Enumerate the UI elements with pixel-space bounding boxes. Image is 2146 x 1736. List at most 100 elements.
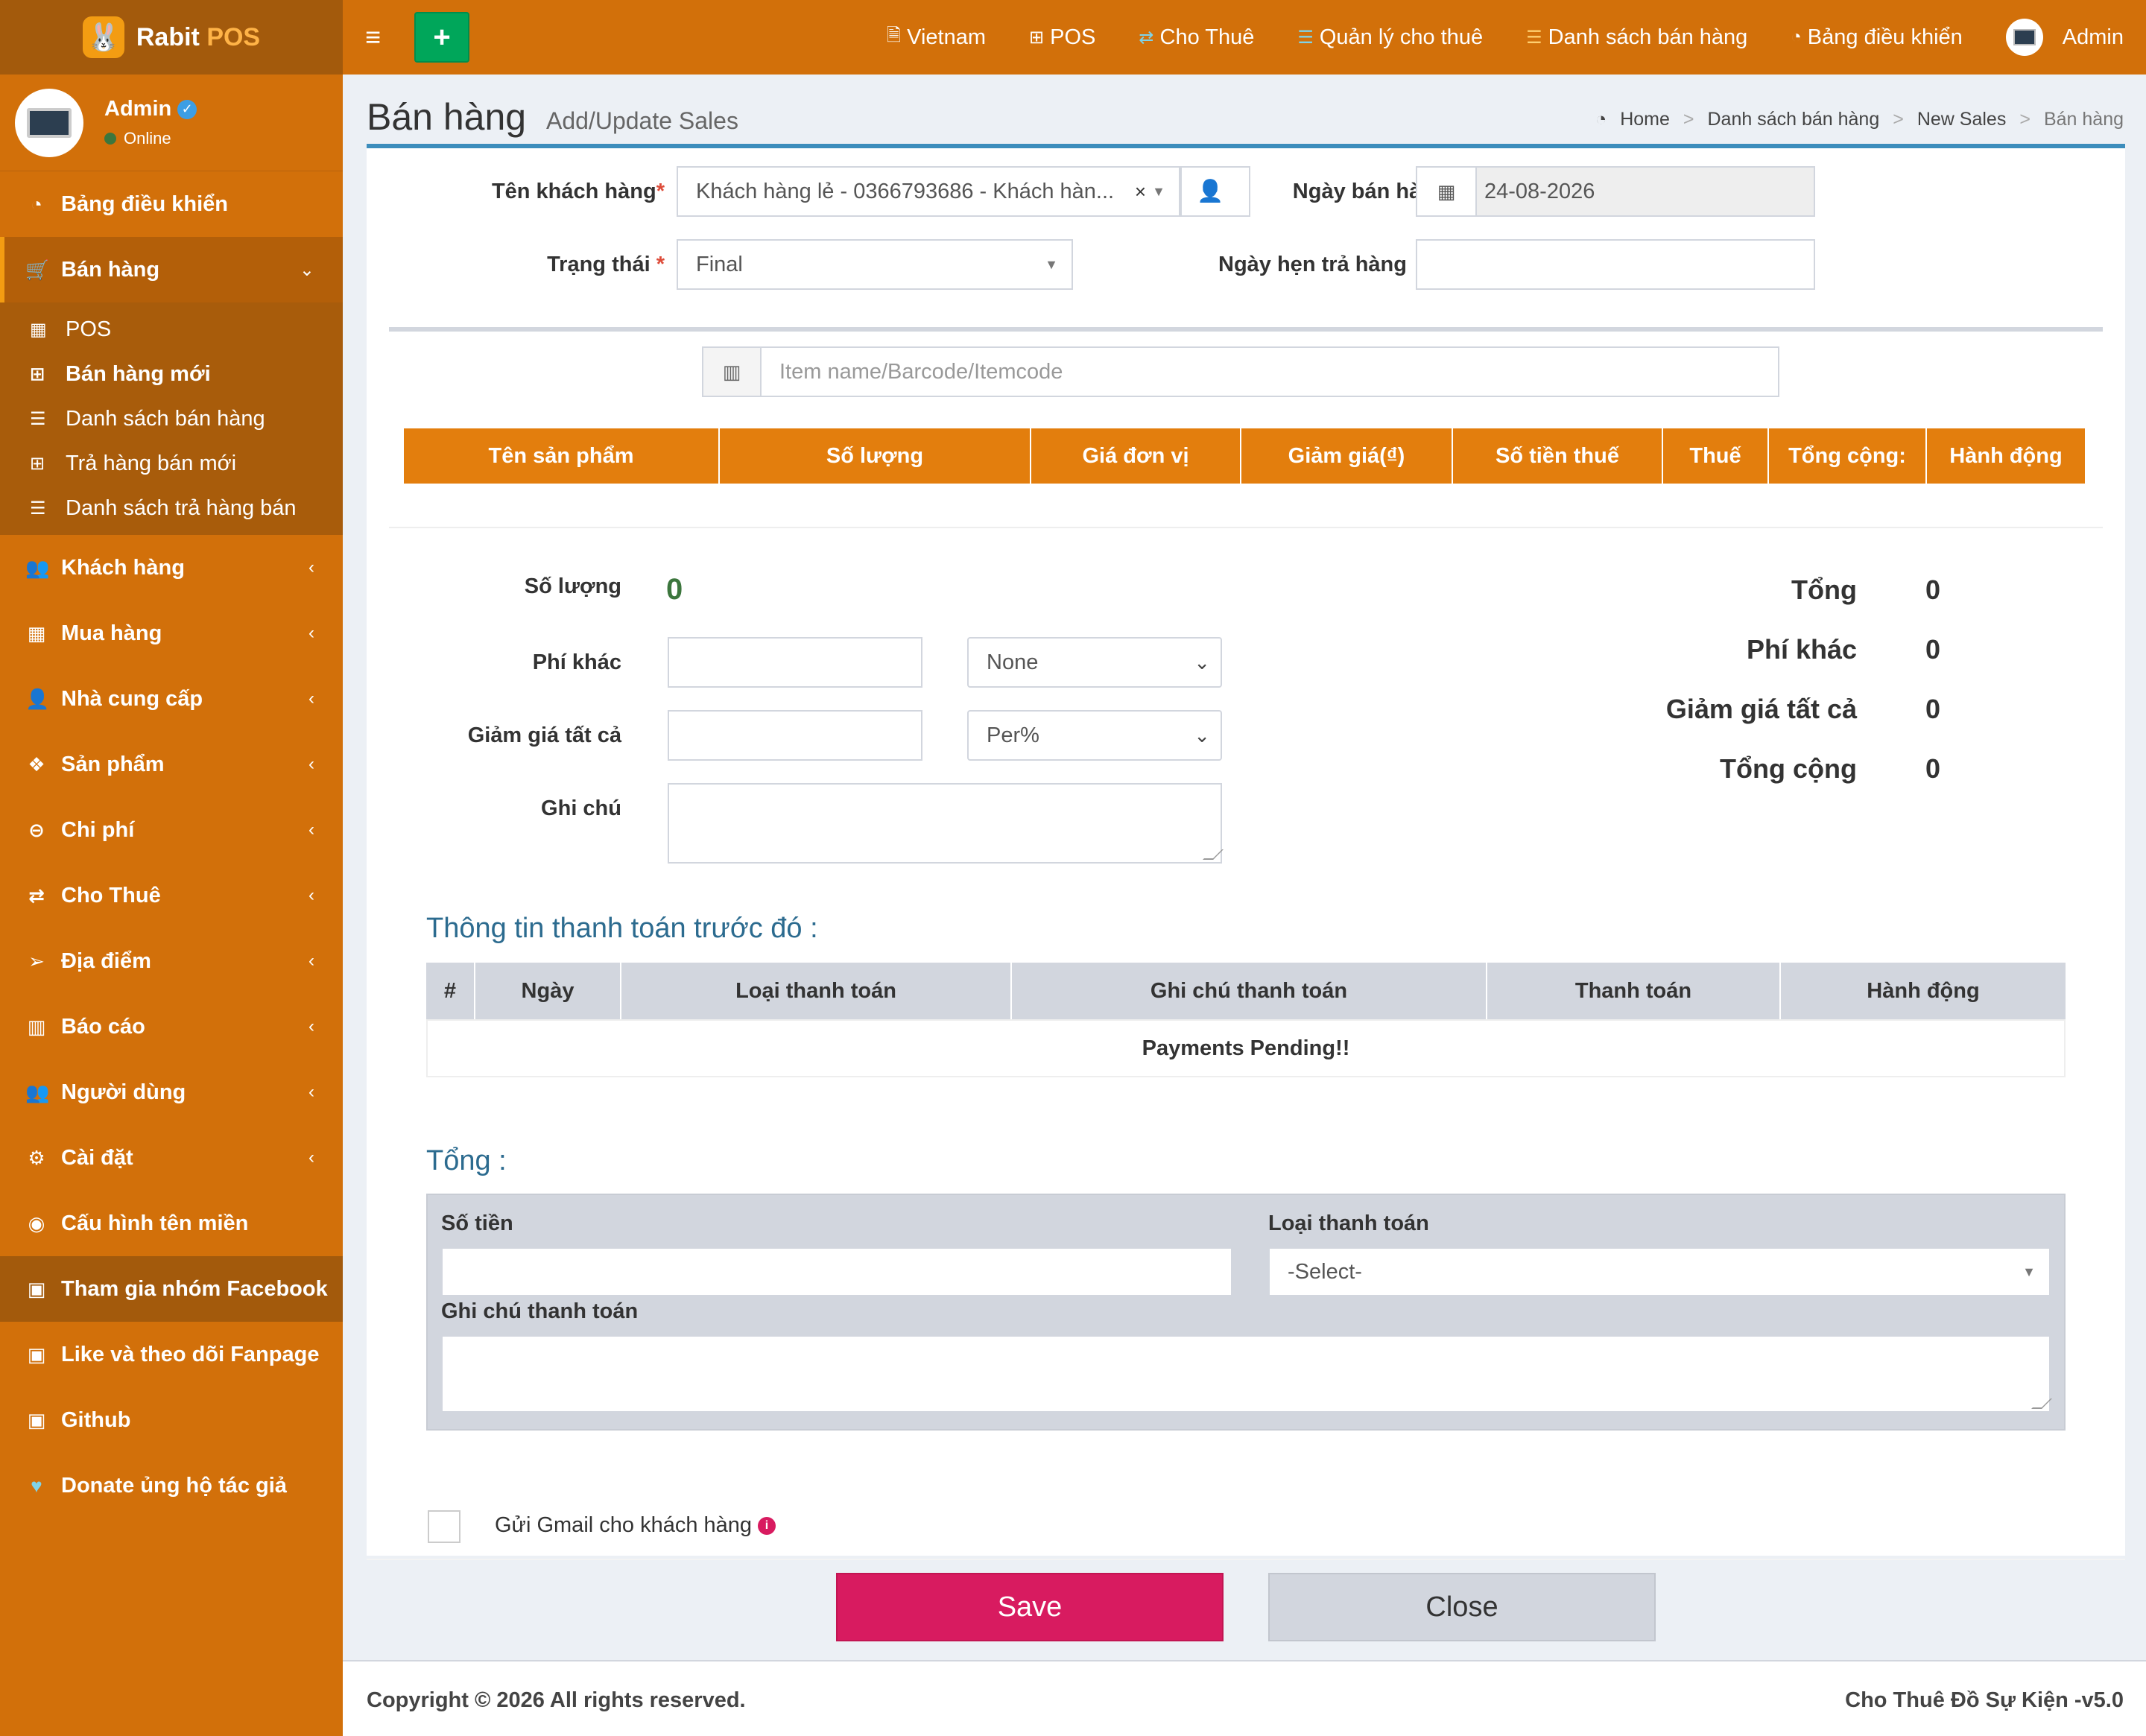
exchange-icon: ⇄: [28, 884, 45, 907]
send-gmail-checkbox[interactable]: [428, 1510, 460, 1543]
calendar-icon: ▦: [1417, 168, 1477, 215]
language-link[interactable]: 🗎 Vietnam: [887, 22, 986, 53]
sidebar-item-rental[interactable]: ⇄ Cho Thuê ‹: [0, 863, 343, 928]
page-title: Bán hàng: [367, 96, 527, 138]
amount-input[interactable]: [441, 1247, 1232, 1296]
app-name: Rabit POS: [136, 22, 261, 51]
heart-icon: ♥: [31, 1474, 42, 1497]
dashboard-link[interactable]: ◔ Bảng điều khiển: [1791, 25, 1963, 50]
customer-label: Tên khách hàng*: [491, 180, 665, 203]
breadcrumb-new-sales[interactable]: New Sales: [1917, 109, 2007, 130]
other-fee-label: Phí khác: [532, 650, 621, 674]
breadcrumb-home[interactable]: Home: [1620, 109, 1670, 130]
chevron-left-icon: ‹: [308, 1147, 314, 1168]
save-button[interactable]: Save: [836, 1573, 1224, 1641]
dashboard-icon: ◔: [31, 192, 42, 215]
fee-value: 0: [1925, 634, 1941, 665]
cart-icon: 🛒: [25, 258, 50, 281]
sidebar-item-dashboard[interactable]: ◔ Bảng điều khiển: [0, 171, 343, 237]
calculator-icon: ▦: [30, 319, 47, 340]
grid-icon: ▦: [27, 621, 46, 644]
sidebar-subitem-new-sale[interactable]: ⊞ Bán hàng mới: [0, 352, 343, 396]
col-unit-price: Giá đơn vị: [1031, 428, 1241, 484]
sidebar: 🐰 Rabit POS Admin ✓ Online ◔ Bảng điều khi…: [0, 0, 343, 1736]
breadcrumb: ◔ Home > Danh sách bán hàng > New Sales > B…: [1595, 109, 2124, 130]
discount-all-summary-label: Giảm giá tất cả: [1665, 694, 1857, 724]
rental-manage-link[interactable]: ☰ Quản lý cho thuê: [1297, 25, 1483, 50]
payment-type-select[interactable]: -Select- ▼: [1268, 1247, 2051, 1296]
clear-icon[interactable]: ×: [1135, 180, 1146, 203]
close-button[interactable]: Close: [1268, 1573, 1656, 1641]
other-fee-input[interactable]: [668, 637, 922, 688]
sidebar-item-places[interactable]: ➢ Địa điểm ‹: [0, 928, 343, 994]
sidebar-item-purchases[interactable]: ▦ Mua hàng ‹: [0, 601, 343, 666]
quick-add-button[interactable]: +: [414, 12, 469, 63]
payment-type-label: Loại thanh toán: [1268, 1211, 1429, 1235]
bar-chart-icon: ▥: [27, 1015, 46, 1038]
sidebar-subitem-pos[interactable]: ▦ POS: [0, 307, 343, 352]
pos-link[interactable]: ⊞ POS: [1029, 25, 1095, 50]
cubes-icon: ❖: [28, 753, 45, 776]
other-fee-tax-select[interactable]: None ⌄: [967, 637, 1222, 688]
payment-entry-box: Số tiền Loại thanh toán -Select- ▼ Ghi ch…: [426, 1194, 2066, 1431]
sidebar-item-customers[interactable]: 👥 Khách hàng ‹: [0, 535, 343, 601]
customer-select[interactable]: Khách hàng lẻ - 0366793686 - Khách hàn..…: [677, 166, 1180, 217]
list-icon: ☰: [1297, 27, 1314, 48]
chevron-left-icon: ‹: [308, 754, 314, 774]
app-logo[interactable]: 🐰 Rabit POS: [0, 0, 343, 75]
sidebar-item-users[interactable]: 👥 Người dùng ‹: [0, 1059, 343, 1125]
chevron-left-icon: ‹: [308, 820, 314, 840]
sidebar-item-sales[interactable]: 🛒 Bán hàng ⌄: [0, 237, 343, 302]
menu-toggle-icon[interactable]: ≡: [365, 22, 399, 53]
sidebar-item-github[interactable]: ▣ Github: [0, 1387, 343, 1453]
grand-total-label: Tổng cộng: [1720, 753, 1857, 784]
rabbit-logo-icon: 🐰: [82, 16, 124, 58]
location-arrow-icon: ➢: [28, 949, 45, 972]
sidebar-subitem-new-return[interactable]: ⊞ Trả hàng bán mới: [0, 441, 343, 486]
globe-icon: ◉: [28, 1211, 45, 1235]
note-textarea[interactable]: [668, 783, 1222, 864]
payments-table: # Ngày Loại thanh toán Ghi chú thanh toá…: [426, 963, 2066, 1077]
sale-date-field[interactable]: ▦ 24-08-2026: [1416, 166, 1815, 217]
sidebar-item-domain[interactable]: ◉ Cấu hình tên miền: [0, 1191, 343, 1256]
qty-value: 0: [666, 573, 683, 606]
sidebar-item-settings[interactable]: ⚙ Cài đặt ‹: [0, 1125, 343, 1191]
discount-type-select[interactable]: Per% ⌄: [967, 710, 1222, 761]
total-value: 0: [1925, 574, 1941, 605]
discount-all-input[interactable]: [668, 710, 922, 761]
page-subtitle: Add/Update Sales: [546, 107, 738, 134]
payment-note-textarea[interactable]: [441, 1335, 2051, 1413]
briefcase-icon: ▣: [27, 1408, 46, 1431]
sidebar-item-expenses[interactable]: ⊖ Chi phí ‹: [0, 797, 343, 863]
dashboard-icon: ◔: [1791, 27, 1802, 47]
barcode-icon: ▥: [703, 348, 762, 396]
payment-entry-title: Tổng :: [426, 1145, 507, 1176]
user-name: Admin: [104, 97, 172, 121]
exchange-icon: ⇄: [1139, 27, 1154, 48]
sidebar-item-donate[interactable]: ♥ Donate ủng hộ tác giả: [0, 1453, 343, 1518]
sales-submenu: ▦ POS ⊞ Bán hàng mới ☰ Danh sách bán hàng ⊞…: [0, 302, 343, 535]
sidebar-item-facebook[interactable]: ▣ Tham gia nhóm Facebook: [0, 1256, 343, 1322]
due-date-input[interactable]: [1416, 239, 1815, 290]
item-search-input[interactable]: ▥ Item name/Barcode/Itemcode: [702, 346, 1779, 397]
sidebar-item-fanpage[interactable]: ▣ Like và theo dõi Fanpage: [0, 1322, 343, 1387]
chevron-left-icon: ‹: [308, 1082, 314, 1102]
chevron-left-icon: ‹: [308, 557, 314, 577]
col-payment-action: Hành động: [1867, 978, 1980, 1003]
info-icon[interactable]: i: [758, 1516, 776, 1535]
sales-list-link[interactable]: ☰ Danh sách bán hàng: [1526, 25, 1747, 50]
status-select[interactable]: Final ▼: [677, 239, 1073, 290]
sidebar-item-suppliers[interactable]: 👤 Nhà cung cấp ‹: [0, 666, 343, 732]
payment-note-label: Ghi chú thanh toán: [441, 1299, 639, 1323]
list-icon: ☰: [30, 408, 46, 429]
sidebar-subitem-sales-list[interactable]: ☰ Danh sách bán hàng: [0, 396, 343, 441]
breadcrumb-sales-list[interactable]: Danh sách bán hàng: [1707, 109, 1879, 130]
send-gmail-label: Gửi Gmail cho khách hàng i: [495, 1513, 776, 1538]
amount-label: Số tiền: [441, 1211, 513, 1235]
chevron-left-icon: ‹: [308, 688, 314, 709]
rental-link[interactable]: ⇄ Cho Thuê: [1139, 25, 1254, 50]
sidebar-item-reports[interactable]: ▥ Báo cáo ‹: [0, 994, 343, 1059]
sidebar-item-products[interactable]: ❖ Sản phẩm ‹: [0, 732, 343, 797]
sidebar-subitem-return-list[interactable]: ☰ Danh sách trả hàng bán: [0, 486, 343, 530]
admin-menu[interactable]: Admin: [2005, 19, 2124, 56]
